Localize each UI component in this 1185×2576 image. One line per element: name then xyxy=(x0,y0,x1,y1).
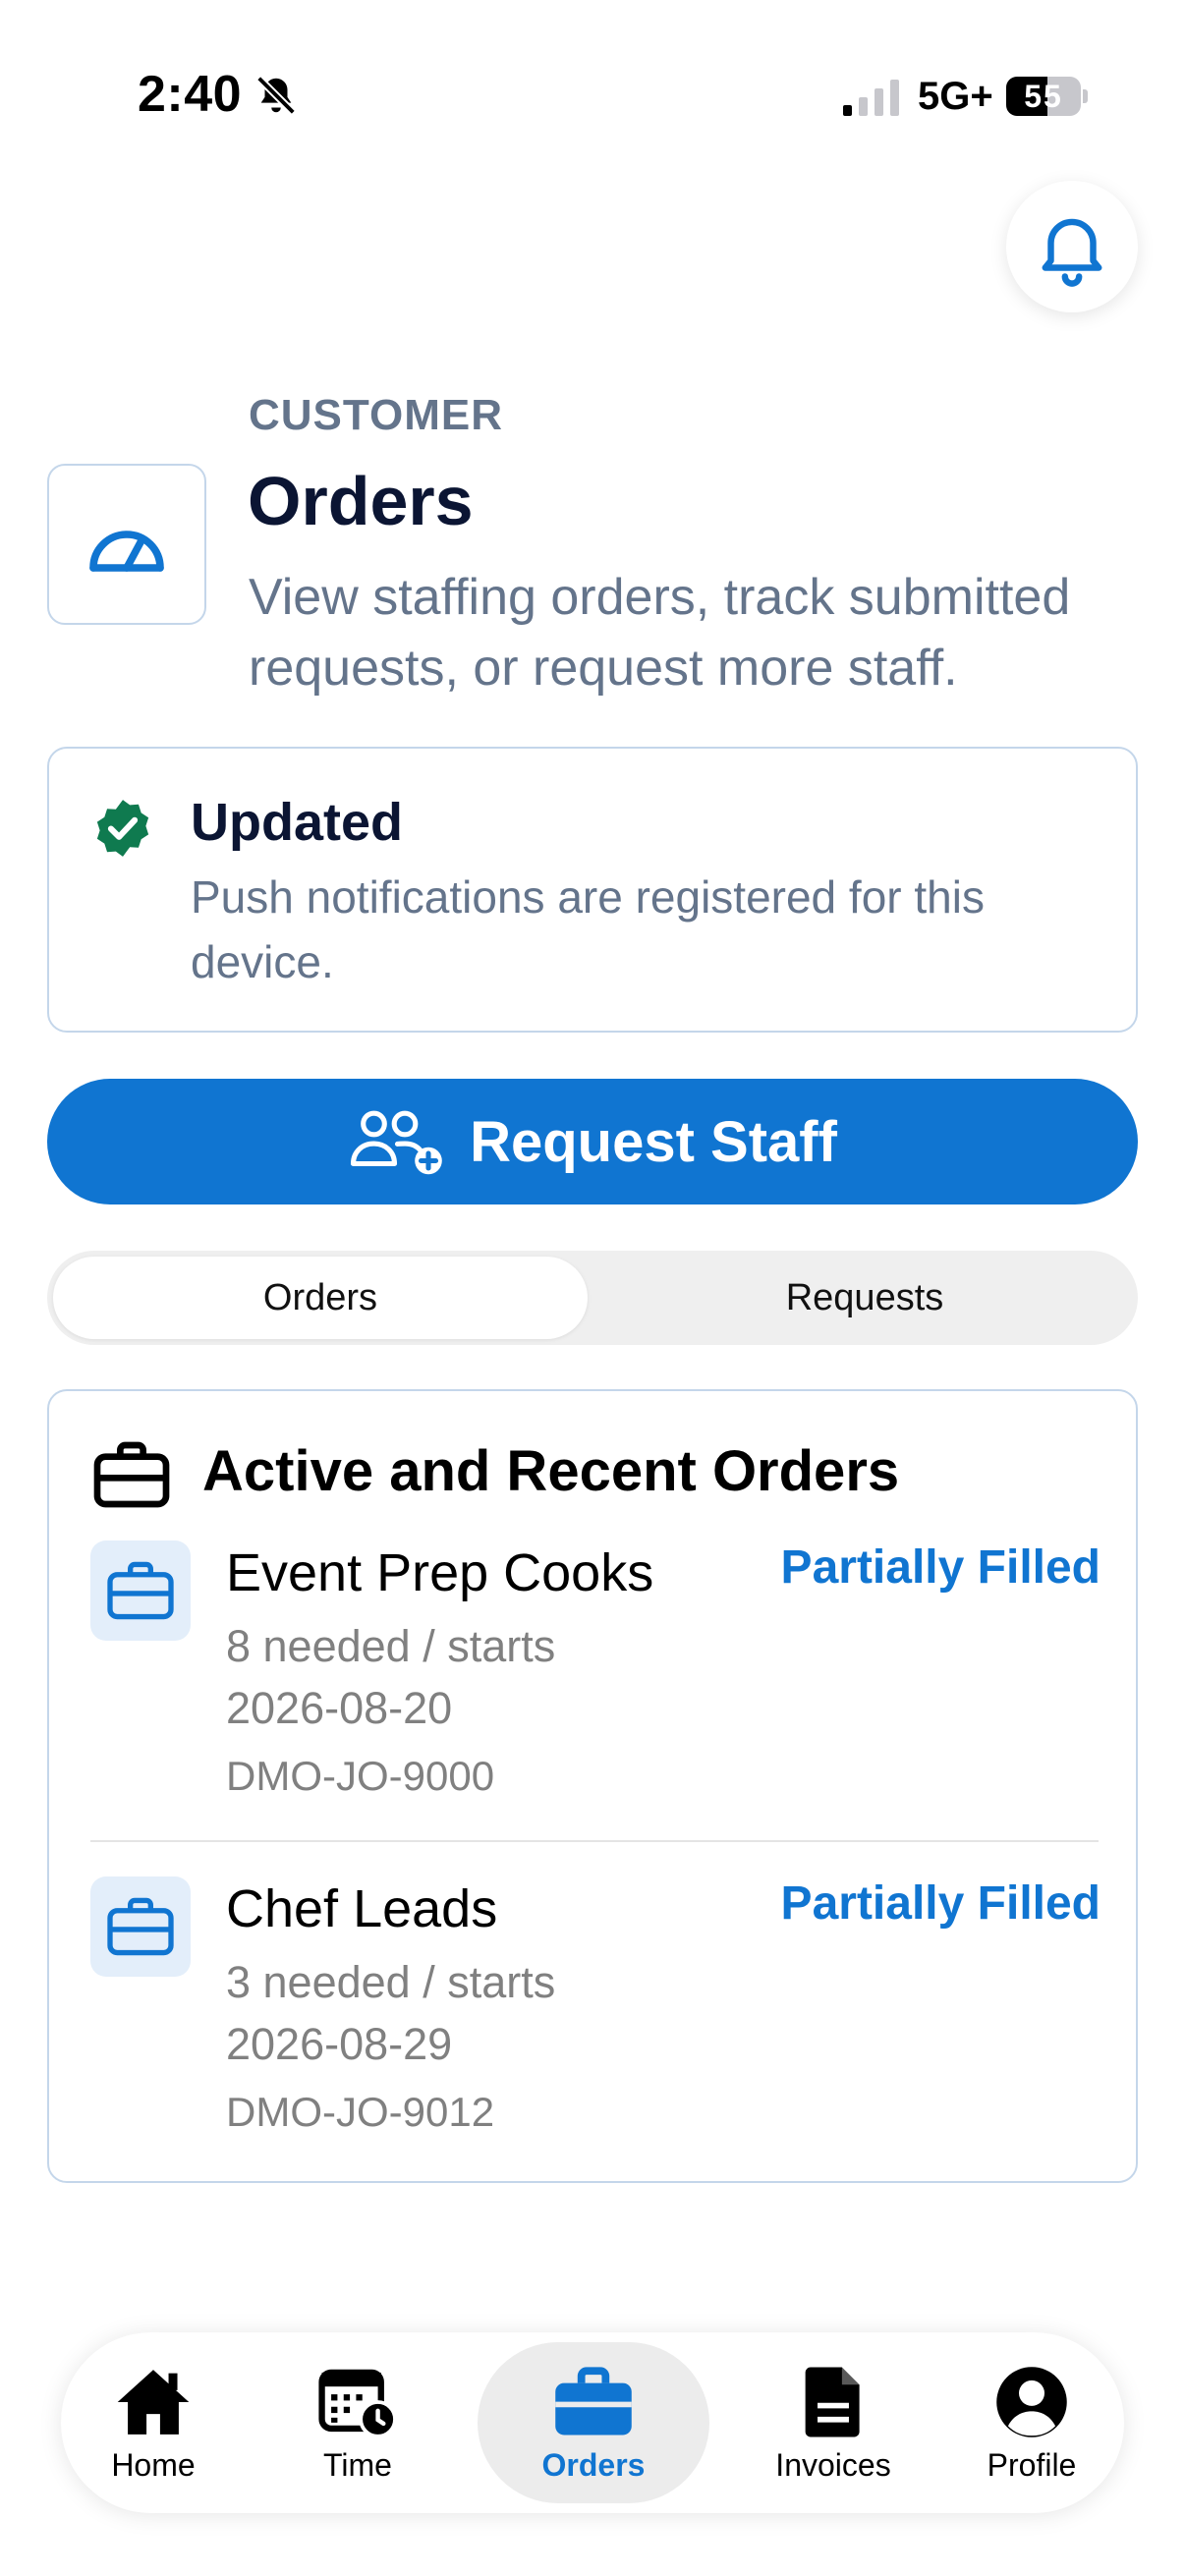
briefcase-icon xyxy=(107,1561,174,1620)
bell-slash-icon xyxy=(256,76,296,115)
segment-orders[interactable]: Orders xyxy=(53,1257,588,1339)
bell-icon xyxy=(1042,218,1102,287)
verified-check-icon xyxy=(96,800,149,857)
briefcase-icon xyxy=(555,2366,632,2435)
active-recent-orders-card: Active and Recent Orders Event Prep Cook… xyxy=(47,1389,1138,2183)
order-row[interactable]: Event Prep Cooks Partially Filled 8 need… xyxy=(49,1540,1140,1835)
status-bar: 2:40 5G+ 55 xyxy=(0,0,1185,187)
order-meta: 3 needed / starts 2026-08-29 xyxy=(226,1957,556,2069)
battery-indicator: 55 xyxy=(1006,77,1088,116)
calendar-clock-icon xyxy=(318,2369,397,2438)
tab-profile-label: Profile xyxy=(987,2446,1077,2483)
order-title: Event Prep Cooks xyxy=(226,1543,654,1602)
tab-orders-label: Orders xyxy=(541,2446,646,2483)
segment-requests[interactable]: Requests xyxy=(597,1257,1132,1339)
order-status: Partially Filled xyxy=(780,1541,1100,1594)
header-icon-box xyxy=(47,464,206,625)
battery-level: 55 xyxy=(1024,79,1063,114)
tab-time-label: Time xyxy=(323,2446,392,2483)
speedometer-icon xyxy=(89,531,164,572)
status-time: 2:40 xyxy=(138,66,243,123)
person-circle-icon xyxy=(996,2366,1067,2437)
tab-home[interactable]: Home xyxy=(67,2342,240,2503)
notice-title: Updated xyxy=(191,793,403,852)
tab-profile[interactable]: Profile xyxy=(945,2342,1118,2503)
order-status: Partially Filled xyxy=(780,1877,1100,1930)
order-code: DMO-JO-9012 xyxy=(226,2089,495,2135)
page-eyebrow: CUSTOMER xyxy=(249,391,503,439)
order-meta: 8 needed / starts 2026-08-20 xyxy=(226,1621,556,1733)
bottom-tab-bar: Home Time Orders Invoices Profile xyxy=(61,2332,1124,2513)
notice-body: Push notifications are registered for th… xyxy=(191,871,985,987)
tab-home-label: Home xyxy=(111,2446,196,2483)
order-icon-box xyxy=(90,1540,191,1641)
order-divider xyxy=(90,1840,1099,1842)
order-row[interactable]: Chef Leads Partially Filled 3 needed / s… xyxy=(49,1876,1140,2171)
users-add-icon xyxy=(351,1110,442,1175)
order-icon-box xyxy=(90,1876,191,1977)
cellular-signal-icon xyxy=(843,80,899,116)
tab-invoices-label: Invoices xyxy=(775,2446,891,2483)
tab-orders[interactable]: Orders xyxy=(478,2342,709,2503)
page-title: Orders xyxy=(248,463,474,539)
orders-card-heading: Active and Recent Orders xyxy=(202,1439,900,1503)
page-subtitle: View staffing orders, track submitted re… xyxy=(249,569,1071,697)
request-staff-button[interactable]: Request Staff xyxy=(47,1079,1138,1204)
briefcase-icon xyxy=(107,1897,174,1956)
request-staff-label: Request Staff xyxy=(470,1109,837,1174)
push-registered-notice: Updated Push notifications are registere… xyxy=(47,747,1138,1033)
orders-requests-toggle: Orders Requests xyxy=(47,1251,1138,1345)
order-code: DMO-JO-9000 xyxy=(226,1753,495,1799)
briefcase-icon xyxy=(93,1441,170,1508)
document-icon xyxy=(805,2367,860,2436)
house-icon xyxy=(117,2369,190,2435)
network-type: 5G+ xyxy=(918,75,993,118)
tab-time[interactable]: Time xyxy=(271,2342,444,2503)
tab-invoices[interactable]: Invoices xyxy=(739,2342,928,2503)
notifications-button[interactable] xyxy=(1006,181,1138,312)
order-title: Chef Leads xyxy=(226,1879,498,1938)
